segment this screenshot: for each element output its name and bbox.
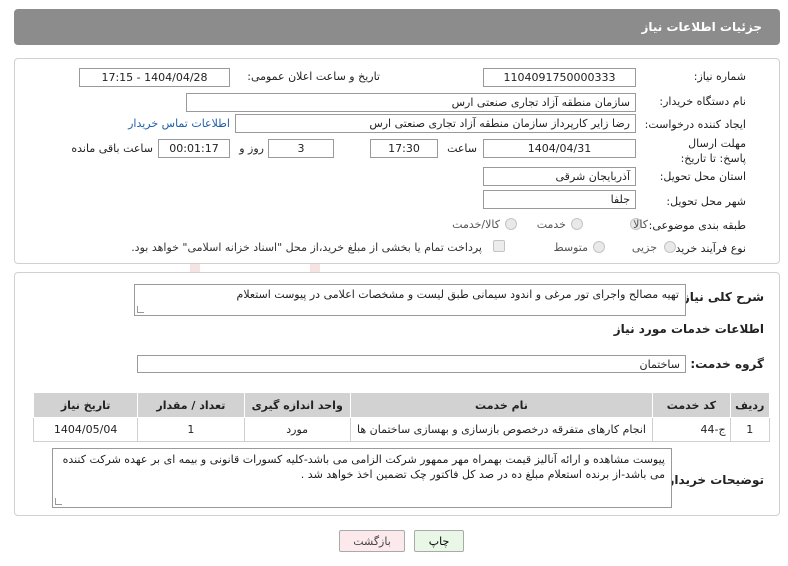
resize-handle-icon[interactable] [137, 306, 144, 313]
province-field[interactable]: آذربایجان شرقی [483, 167, 636, 186]
category-option-goods-service: کالا/خدمت [452, 218, 500, 231]
back-button[interactable]: بازگشت [339, 530, 405, 552]
purchase-radio-medium[interactable] [593, 241, 605, 253]
remaining-time-field[interactable]: 00:01:17 [158, 139, 230, 158]
col-need-date: تاریخ نیاز [32, 392, 139, 418]
cell-quantity: 1 [137, 417, 245, 442]
deadline-label: مهلت ارسال پاسخ: تا تاریخ: [680, 137, 746, 165]
col-unit: واحد اندازه گیری [243, 392, 351, 418]
time-label: ساعت [447, 142, 477, 155]
page-title: جزئیات اطلاعات نیاز [14, 9, 780, 45]
category-option-goods: کالا [633, 218, 648, 231]
purchase-option-minor: جزیی [631, 241, 657, 254]
category-radio-service[interactable] [571, 218, 583, 230]
resize-handle-icon[interactable] [55, 498, 62, 505]
purchase-option-medium: متوسط [553, 241, 588, 254]
table-row: 1 ج-44 انجام کارهای متفرقه درخصوص بازساز… [32, 417, 771, 442]
category-radio-goods-service[interactable] [505, 218, 517, 230]
col-service-name: نام خدمت [349, 392, 654, 418]
purchase-type-label: نوع فرآیند خرید : [668, 242, 746, 255]
public-date-label: تاریخ و ساعت اعلان عمومی: [247, 70, 380, 83]
buyer-org-field[interactable]: سازمان منطقه آزاد تجاری صنعتی ارس [186, 93, 636, 112]
public-date-field[interactable]: 1404/04/28 - 17:15 [79, 68, 230, 87]
cell-row: 1 [729, 417, 771, 442]
deadline-time-field[interactable]: 17:30 [370, 139, 438, 158]
buyer-contact-link[interactable]: اطلاعات تماس خریدار [128, 117, 230, 130]
days-field[interactable]: 3 [268, 139, 334, 158]
province-label: استان محل تحویل: [659, 170, 746, 183]
city-label: شهر محل تحویل: [666, 195, 746, 208]
deadline-date-field[interactable]: 1404/04/31 [483, 139, 636, 158]
creator-label: ایجاد کننده درخواست: [644, 118, 746, 131]
days-label: روز و [239, 142, 264, 155]
need-info-panel [14, 58, 780, 264]
buyer-notes-label: توضیحات خریدار: [662, 473, 764, 487]
remaining-label: ساعت باقی مانده [71, 142, 153, 155]
service-group-label: گروه خدمت: [690, 357, 764, 371]
purchase-radio-minor[interactable] [664, 241, 676, 253]
summary-text: تهیه مصالح واجرای تور مرغی و اندود سیمان… [236, 288, 679, 301]
city-field[interactable]: جلفا [483, 190, 636, 209]
summary-label: شرح کلی نیاز: [678, 290, 764, 304]
treasury-payment-checkbox[interactable] [493, 240, 505, 252]
col-quantity: تعداد / مقدار [137, 392, 245, 418]
services-section-title: اطلاعات خدمات مورد نیاز [613, 322, 764, 336]
buyer-notes-textarea[interactable]: پیوست مشاهده و ارائه آنالیز قیمت بهمراه … [52, 448, 672, 508]
treasury-payment-note: پرداخت تمام یا بخشی از مبلغ خرید،از محل … [131, 241, 482, 254]
print-button[interactable]: چاپ [414, 530, 464, 552]
cell-service-code: ج-44 [652, 417, 731, 442]
cell-service-name: انجام کارهای متفرقه درخصوص بازسازی و بهس… [349, 417, 654, 442]
need-number-label: شماره نیاز: [693, 70, 746, 83]
need-number-field[interactable]: 1104091750000333 [483, 68, 636, 87]
creator-field[interactable]: رضا زایر کارپرداز سازمان منطقه آزاد تجار… [235, 114, 636, 133]
buyer-org-label: نام دستگاه خریدار: [659, 95, 746, 108]
cell-unit: مورد [243, 417, 351, 442]
services-table: ردیف کد خدمت نام خدمت واحد اندازه گیری ت… [32, 392, 771, 442]
col-row: ردیف [729, 392, 771, 418]
cell-need-date: 1404/05/04 [32, 417, 139, 442]
service-group-field[interactable]: ساختمان [137, 355, 686, 373]
services-table-header: ردیف کد خدمت نام خدمت واحد اندازه گیری ت… [32, 392, 771, 418]
col-service-code: کد خدمت [652, 392, 731, 418]
category-option-service: خدمت [536, 218, 566, 231]
summary-textarea[interactable]: تهیه مصالح واجرای تور مرغی و اندود سیمان… [134, 284, 686, 316]
buyer-notes-text: پیوست مشاهده و ارائه آنالیز قیمت بهمراه … [62, 453, 665, 481]
category-label: طبقه بندی موضوعی: [648, 219, 746, 232]
